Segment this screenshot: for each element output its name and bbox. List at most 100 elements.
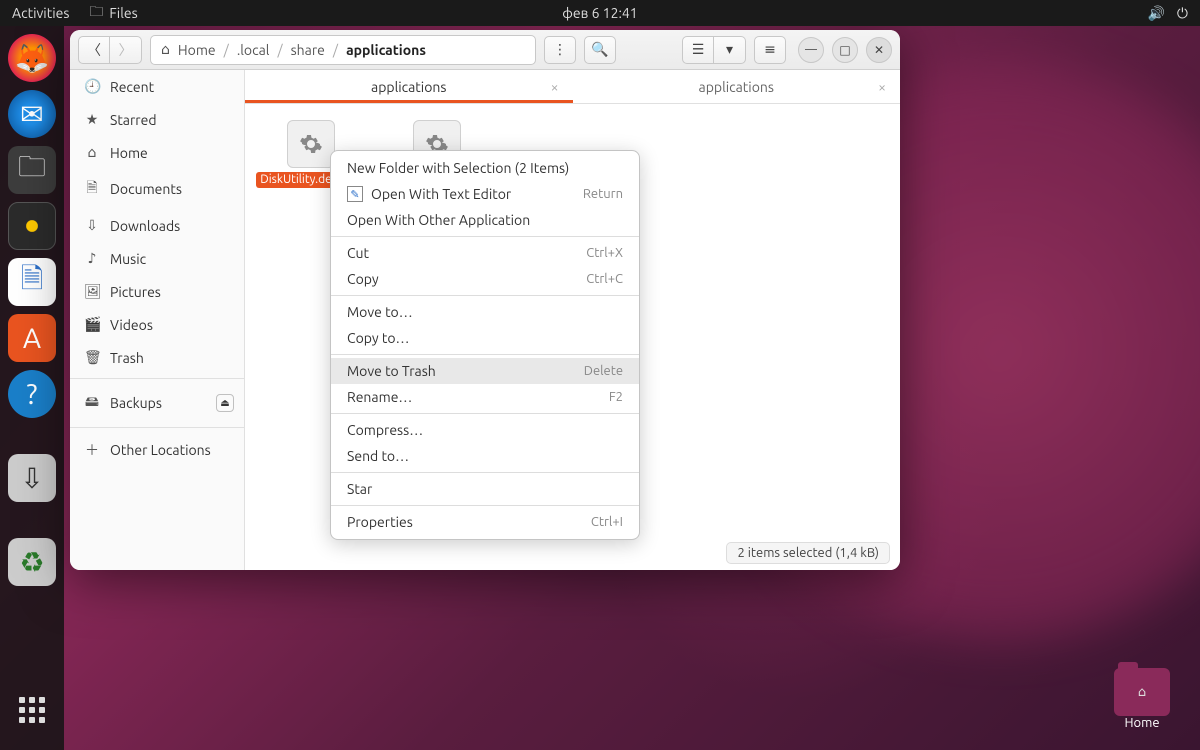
menu-item-move-to-trash[interactable]: Move to Trash Delete [331, 358, 639, 384]
volume-icon[interactable]: 🔊 [1147, 5, 1164, 22]
tab-0[interactable]: applications × [245, 70, 573, 103]
menu-item-label: Cut [347, 245, 369, 261]
search-button[interactable]: 🔍 [584, 36, 616, 64]
menu-item-open-with-text-editor[interactable]: ✎Open With Text EditorReturn [331, 181, 639, 207]
menu-item-label: Send to… [347, 448, 409, 464]
sidebar-item-pictures[interactable]: 🖼Pictures [70, 275, 244, 308]
eject-button[interactable]: ⏏ [216, 394, 234, 412]
dock-help-icon[interactable]: ? [8, 370, 56, 418]
sidebar-item-starred[interactable]: ★Starred [70, 103, 244, 136]
menu-item-rename[interactable]: Rename…F2 [331, 384, 639, 410]
sidebar-item-backups[interactable]: 🖴 Backups ⏏ [70, 383, 244, 423]
sidebar-item-other-locations[interactable]: ＋Other Locations [70, 432, 244, 468]
menu-item-properties[interactable]: Properties Ctrl+I [331, 509, 639, 535]
sidebar-label: Recent [110, 79, 154, 95]
home-folder-icon: ⌂ [1114, 668, 1170, 716]
sidebar-label: Home [110, 145, 148, 161]
breadcrumb-local[interactable]: .local [237, 42, 270, 58]
menu-item-label: Copy to… [347, 330, 409, 346]
dock-usb-icon[interactable]: ⇩ [8, 454, 56, 502]
sidebar-icon: 🖴 [84, 391, 100, 415]
menu-item-label: New Folder with Selection (2 Items) [347, 160, 569, 176]
menu-item-label: Compress… [347, 422, 423, 438]
menu-item-accelerator: Ctrl+I [591, 515, 623, 529]
sidebar-label: Music [110, 251, 146, 267]
view-list-button[interactable]: ☰ [682, 36, 714, 64]
sidebar-item-music[interactable]: ♪ Music [70, 242, 244, 275]
maximize-button[interactable]: □ [832, 37, 858, 63]
menu-item-send-to[interactable]: Send to… [331, 443, 639, 469]
sidebar-label: Trash [110, 350, 144, 366]
sidebar-item-documents[interactable]: 🗎Documents [70, 169, 244, 209]
menu-item-move-to[interactable]: Move to… [331, 299, 639, 325]
menu-item-copy[interactable]: Copy Ctrl+C [331, 266, 639, 292]
desktop-home-folder[interactable]: ⌂ Home [1114, 668, 1170, 730]
sidebar-label: Backups [110, 395, 162, 411]
files-menu[interactable]: 🗀 Files [89, 1, 137, 25]
menu-item-new-folder-with-selection-2-items[interactable]: New Folder with Selection (2 Items) [331, 155, 639, 181]
sidebar: 🕘 Recent ★Starred ⌂ Home 🗎Documents⇩Downloads… [70, 70, 245, 570]
dock-thunderbird-icon[interactable]: ✉ [8, 90, 56, 138]
activities-button[interactable]: Activities [12, 1, 69, 25]
home-icon: ⌂ [161, 41, 170, 58]
sidebar-icon: ♪ [84, 250, 100, 267]
menu-item-label: Move to Trash [347, 363, 436, 379]
menu-item-compress[interactable]: Compress… [331, 417, 639, 443]
sidebar-label: Downloads [110, 218, 180, 234]
path-menu-button[interactable]: ⋮ [544, 36, 576, 64]
view-dropdown-button[interactable]: ▾ [714, 36, 746, 64]
menu-item-label: Open With Other Application [347, 212, 530, 228]
forward-button[interactable]: 〉 [110, 36, 142, 64]
menu-item-accelerator: Return [583, 187, 623, 201]
menu-item-label: Properties [347, 514, 413, 530]
sidebar-item-downloads[interactable]: ⇩Downloads [70, 209, 244, 242]
breadcrumb-current[interactable]: applications [346, 42, 426, 58]
breadcrumb-home[interactable]: Home [178, 42, 216, 58]
tab-label: applications [371, 79, 446, 95]
dock-apps-icon[interactable] [8, 686, 56, 734]
menu-item-accelerator: F2 [609, 390, 623, 404]
menu-item-label: Move to… [347, 304, 413, 320]
dock-trash-icon[interactable]: ♻ [8, 538, 56, 586]
clock[interactable]: фев 6 12:41 [562, 5, 637, 21]
sidebar-icon: 🗑 [84, 349, 100, 366]
folder-icon: 🗀 [89, 1, 103, 25]
menu-item-open-with-other-application[interactable]: Open With Other Application [331, 207, 639, 233]
power-icon[interactable]: ⏻ [1177, 5, 1188, 22]
breadcrumb-share[interactable]: share [291, 42, 325, 58]
dock-firefox-icon[interactable]: 🦊 [8, 34, 56, 82]
menu-item-accelerator: Ctrl+X [586, 246, 623, 260]
dock-files-icon[interactable]: 🗀 [8, 146, 56, 194]
minimize-button[interactable]: — [798, 37, 824, 63]
sidebar-item-videos[interactable]: 🎬Videos [70, 308, 244, 341]
tab-close-button[interactable]: × [878, 79, 886, 95]
sidebar-icon: ⌂ [84, 144, 100, 161]
sidebar-item-trash[interactable]: 🗑 Trash [70, 341, 244, 374]
tab-1[interactable]: applications× [573, 70, 901, 103]
dock-rhythmbox-icon[interactable] [8, 202, 56, 250]
dock-writer-icon[interactable]: 🗎 [8, 258, 56, 306]
menu-item-label: Star [347, 481, 372, 497]
menu-item-accelerator: Delete [584, 364, 623, 378]
menu-item-cut[interactable]: Cut Ctrl+X [331, 240, 639, 266]
menu-item-star[interactable]: Star [331, 476, 639, 502]
back-button[interactable]: 〈 [78, 36, 110, 64]
menu-item-label: Open With Text Editor [371, 186, 511, 202]
gear-icon [287, 120, 335, 168]
breadcrumb[interactable]: ⌂ Home / .local / share / applications [150, 35, 536, 65]
hamburger-menu-button[interactable]: ≡ [754, 36, 786, 64]
sidebar-icon: 🕘 [84, 78, 100, 95]
dock-software-icon[interactable]: A [8, 314, 56, 362]
sidebar-item-home[interactable]: ⌂ Home [70, 136, 244, 169]
close-button[interactable]: ✕ [866, 37, 892, 63]
dock: 🦊 ✉ 🗀 🗎 A ? ⇩ ♻ [0, 26, 64, 750]
sidebar-item-recent[interactable]: 🕘 Recent [70, 70, 244, 103]
menu-item-label: Copy [347, 271, 379, 287]
sidebar-label: Documents [110, 181, 182, 197]
headerbar: 〈 〉 ⌂ Home / .local / share / applicatio… [70, 30, 900, 70]
tab-close-button[interactable]: × [551, 79, 559, 95]
menu-item-accelerator: Ctrl+C [586, 272, 623, 286]
top-bar: Activities 🗀 Files фев 6 12:41 🔊 ⏻ [0, 0, 1200, 26]
sidebar-icon: ★ [84, 111, 100, 128]
menu-item-copy-to[interactable]: Copy to… [331, 325, 639, 351]
